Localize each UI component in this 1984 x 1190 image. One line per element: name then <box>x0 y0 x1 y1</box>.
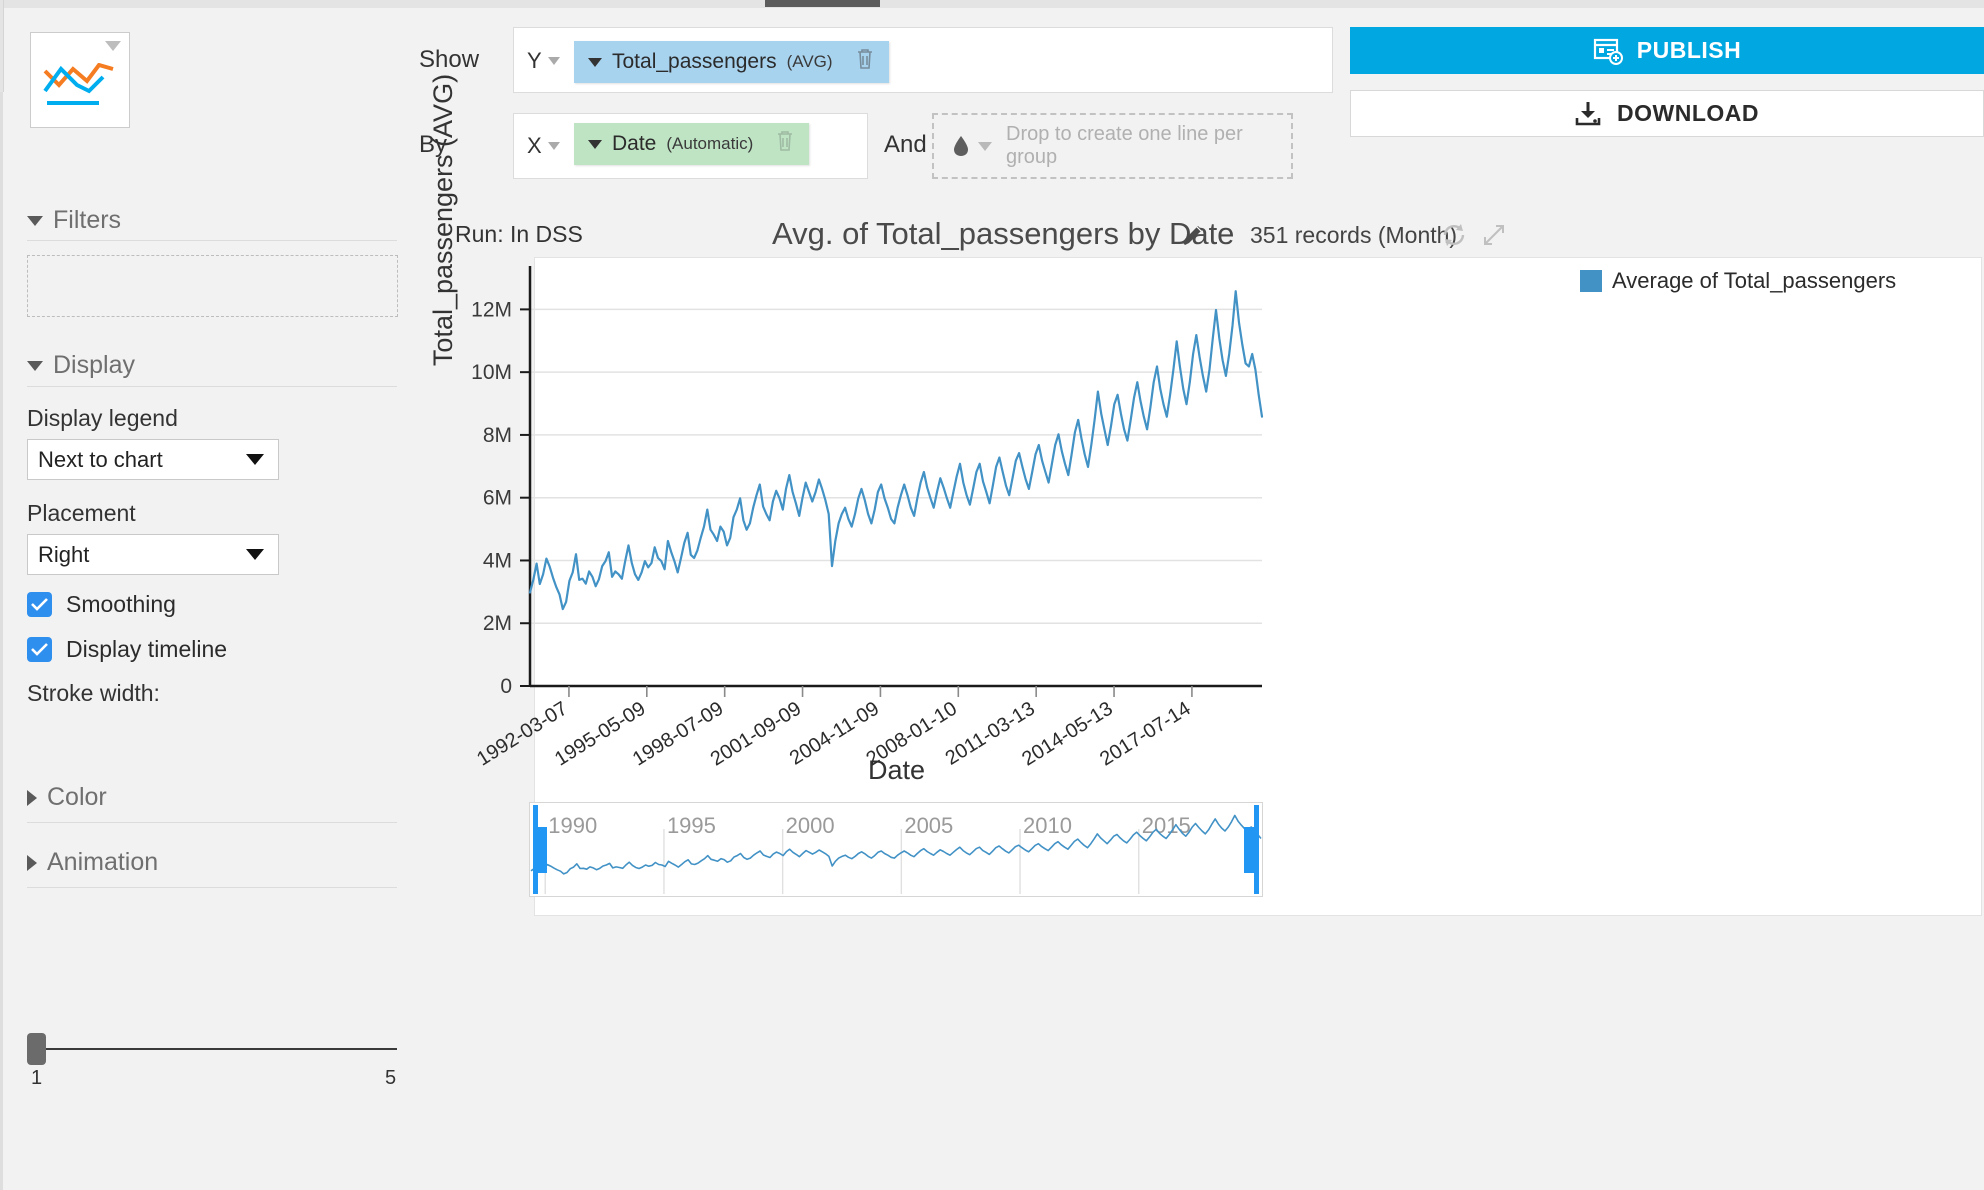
svg-text:4M: 4M <box>483 549 512 572</box>
svg-text:8M: 8M <box>483 424 512 447</box>
chart-builder-page: Show Y Total_passengers (AVG) By X Date … <box>0 0 1984 1190</box>
svg-text:2M: 2M <box>483 612 512 635</box>
svg-text:6M: 6M <box>483 487 512 510</box>
chart-plot: 02M4M6M8M10M12M1992-03-071995-05-091998-… <box>471 266 1264 770</box>
svg-text:0: 0 <box>500 675 512 698</box>
timeline-brush[interactable] <box>529 802 1263 897</box>
svg-text:10M: 10M <box>471 361 512 384</box>
svg-text:12M: 12M <box>471 298 512 321</box>
